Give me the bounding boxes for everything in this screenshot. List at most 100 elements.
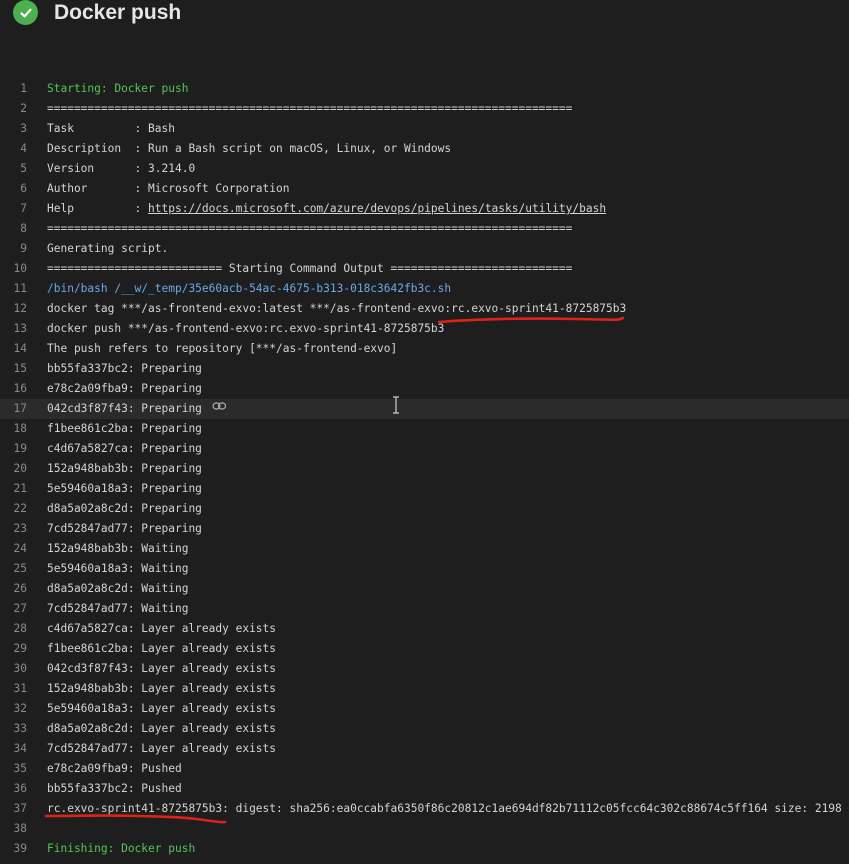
- line-text: 7cd52847ad77: Waiting: [47, 599, 188, 619]
- line-content: Task : Bash: [47, 122, 175, 135]
- log-line[interactable]: 35 e78c2a09fba9: Pushed: [0, 759, 849, 779]
- line-text: d8a5a02a8c2d: Waiting: [47, 579, 188, 599]
- line-number: 10: [13, 262, 27, 275]
- line-text: bb55fa337bc2: Preparing: [47, 359, 202, 379]
- line-number: 12: [13, 302, 27, 315]
- log-line[interactable]: 30 042cd3f87f43: Layer already exists: [0, 659, 849, 679]
- line-number: 6: [20, 182, 27, 195]
- line-content: docker push ***/as-frontend-exvo:rc.exvo…: [47, 322, 445, 335]
- line-content: The push refers to repository [***/as-fr…: [47, 342, 398, 355]
- log-line[interactable]: 5 Version : 3.214.0: [0, 159, 849, 179]
- log-line[interactable]: 22 d8a5a02a8c2d: Preparing: [0, 499, 849, 519]
- line-content: c4d67a5827ca: Preparing: [47, 442, 202, 455]
- log-line[interactable]: 36 bb55fa337bc2: Pushed: [0, 779, 849, 799]
- line-text: ========================================…: [47, 219, 572, 239]
- line-text: rc.exvo-sprint41-8725875b3: digest: sha2…: [47, 799, 842, 819]
- log-line[interactable]: 6 Author : Microsoft Corporation: [0, 179, 849, 199]
- line-content: 042cd3f87f43: Layer already exists: [47, 662, 277, 675]
- page-title: Docker push: [54, 1, 182, 24]
- line-number: 9: [20, 242, 27, 255]
- line-content: d8a5a02a8c2d: Preparing: [47, 502, 202, 515]
- log-line[interactable]: 9 Generating script.: [0, 239, 849, 259]
- log-line[interactable]: 26 d8a5a02a8c2d: Waiting: [0, 579, 849, 599]
- copy-link-icon[interactable]: [212, 398, 227, 418]
- line-number: 33: [13, 722, 27, 735]
- line-number: 17: [13, 402, 27, 415]
- log-line[interactable]: 11/bin/bash /__w/_temp/35e60acb-54ac-467…: [0, 279, 849, 299]
- log-line[interactable]: 16 e78c2a09fba9: Preparing: [0, 379, 849, 399]
- log-line[interactable]: 23 7cd52847ad77: Preparing: [0, 519, 849, 539]
- line-content: 5e59460a18a3: Preparing: [47, 482, 202, 495]
- line-text: /bin/bash /__w/_temp/35e60acb-54ac-4675-…: [47, 279, 451, 299]
- line-content: rc.exvo-sprint41-8725875b3: digest: sha2…: [47, 802, 842, 815]
- line-number: 39: [13, 842, 27, 855]
- log-line[interactable]: 1 Starting: Docker push: [0, 79, 849, 99]
- line-number: 24: [13, 542, 27, 555]
- log-line[interactable]: 18 f1bee861c2ba: Preparing: [0, 419, 849, 439]
- log-line[interactable]: 24 152a948bab3b: Waiting: [0, 539, 849, 559]
- log-line[interactable]: 2 =======================================…: [0, 99, 849, 119]
- log-line[interactable]: 32 5e59460a18a3: Layer already exists: [0, 699, 849, 719]
- line-text: c4d67a5827ca: Layer already exists: [47, 619, 276, 639]
- line-content: d8a5a02a8c2d: Layer already exists: [47, 722, 277, 735]
- log-line[interactable]: 31 152a948bab3b: Layer already exists: [0, 679, 849, 699]
- log-output[interactable]: 1 Starting: Docker push 2 =================…: [0, 79, 849, 859]
- log-line[interactable]: 8 =======================================…: [0, 219, 849, 239]
- help-link[interactable]: https://docs.microsoft.com/azure/devops/…: [148, 202, 606, 215]
- line-number: 29: [13, 642, 27, 655]
- log-line[interactable]: 17 042cd3f87f43: Preparing: [0, 399, 849, 419]
- log-line[interactable]: 20 152a948bab3b: Preparing: [0, 459, 849, 479]
- line-content: 7cd52847ad77: Preparing: [47, 522, 202, 535]
- line-number: 23: [13, 522, 27, 535]
- line-content: 5e59460a18a3: Layer already exists: [47, 702, 277, 715]
- line-content: d8a5a02a8c2d: Waiting: [47, 582, 189, 595]
- log-line[interactable]: 34 7cd52847ad77: Layer already exists: [0, 739, 849, 759]
- log-line[interactable]: 12 docker tag ***/as-frontend-exvo:latest…: [0, 299, 849, 319]
- line-text: Task : Bash: [47, 119, 175, 139]
- line-number: 15: [13, 362, 27, 375]
- log-line[interactable]: 7 Help : https://docs.microsoft.com/azure…: [0, 199, 849, 219]
- line-number: 35: [13, 762, 27, 775]
- log-line[interactable]: 37 rc.exvo-sprint41-8725875b3: digest: sh…: [0, 799, 849, 819]
- line-content: ========================================…: [47, 102, 573, 115]
- log-line[interactable]: 21 5e59460a18a3: Preparing: [0, 479, 849, 499]
- log-line[interactable]: 38: [0, 819, 849, 839]
- line-text: 5e59460a18a3: Waiting: [47, 559, 188, 579]
- log-line[interactable]: 39 Finishing: Docker push: [0, 839, 849, 859]
- line-text: 042cd3f87f43: Layer already exists: [47, 659, 276, 679]
- log-line[interactable]: 25 5e59460a18a3: Waiting: [0, 559, 849, 579]
- line-number: 26: [13, 582, 27, 595]
- log-line[interactable]: 4 Description : Run a Bash script on macO…: [0, 139, 849, 159]
- log-line[interactable]: 27 7cd52847ad77: Waiting: [0, 599, 849, 619]
- log-line[interactable]: 10 ========================== Starting Co…: [0, 259, 849, 279]
- log-line[interactable]: 33 d8a5a02a8c2d: Layer already exists: [0, 719, 849, 739]
- log-line[interactable]: 14 The push refers to repository [***/as-…: [0, 339, 849, 359]
- log-line[interactable]: 13 docker push ***/as-frontend-exvo:rc.ex…: [0, 319, 849, 339]
- line-content: Generating script.: [47, 242, 169, 255]
- line-number: 4: [20, 142, 27, 155]
- log-line[interactable]: 3 Task : Bash: [0, 119, 849, 139]
- log-line[interactable]: 19 c4d67a5827ca: Preparing: [0, 439, 849, 459]
- line-text: Author : Microsoft Corporation: [47, 179, 289, 199]
- line-number: 21: [13, 482, 27, 495]
- line-text: d8a5a02a8c2d: Preparing: [47, 499, 202, 519]
- line-text: The push refers to repository [***/as-fr…: [47, 339, 397, 359]
- line-number: 2: [20, 102, 27, 115]
- line-number: 19: [13, 442, 27, 455]
- log-line[interactable]: 28 c4d67a5827ca: Layer already exists: [0, 619, 849, 639]
- log-line[interactable]: 15 bb55fa337bc2: Preparing: [0, 359, 849, 379]
- line-number: 3: [20, 122, 27, 135]
- line-content: f1bee861c2ba: Preparing: [47, 422, 202, 435]
- line-text: 5e59460a18a3: Preparing: [47, 479, 202, 499]
- log-line[interactable]: 29 f1bee861c2ba: Layer already exists: [0, 639, 849, 659]
- line-number: 1: [20, 82, 27, 95]
- line-text: ========================== Starting Comm…: [47, 259, 572, 279]
- line-number: 37: [13, 802, 27, 815]
- checkmark-icon: [13, 0, 38, 25]
- line-number: 20: [13, 462, 27, 475]
- line-text: docker tag ***/as-frontend-exvo:latest *…: [47, 299, 626, 319]
- line-content: c4d67a5827ca: Layer already exists: [47, 622, 277, 635]
- line-text: bb55fa337bc2: Pushed: [47, 779, 182, 799]
- line-text: Starting: Docker push: [47, 79, 188, 99]
- line-text: 042cd3f87f43: Preparing: [47, 399, 227, 419]
